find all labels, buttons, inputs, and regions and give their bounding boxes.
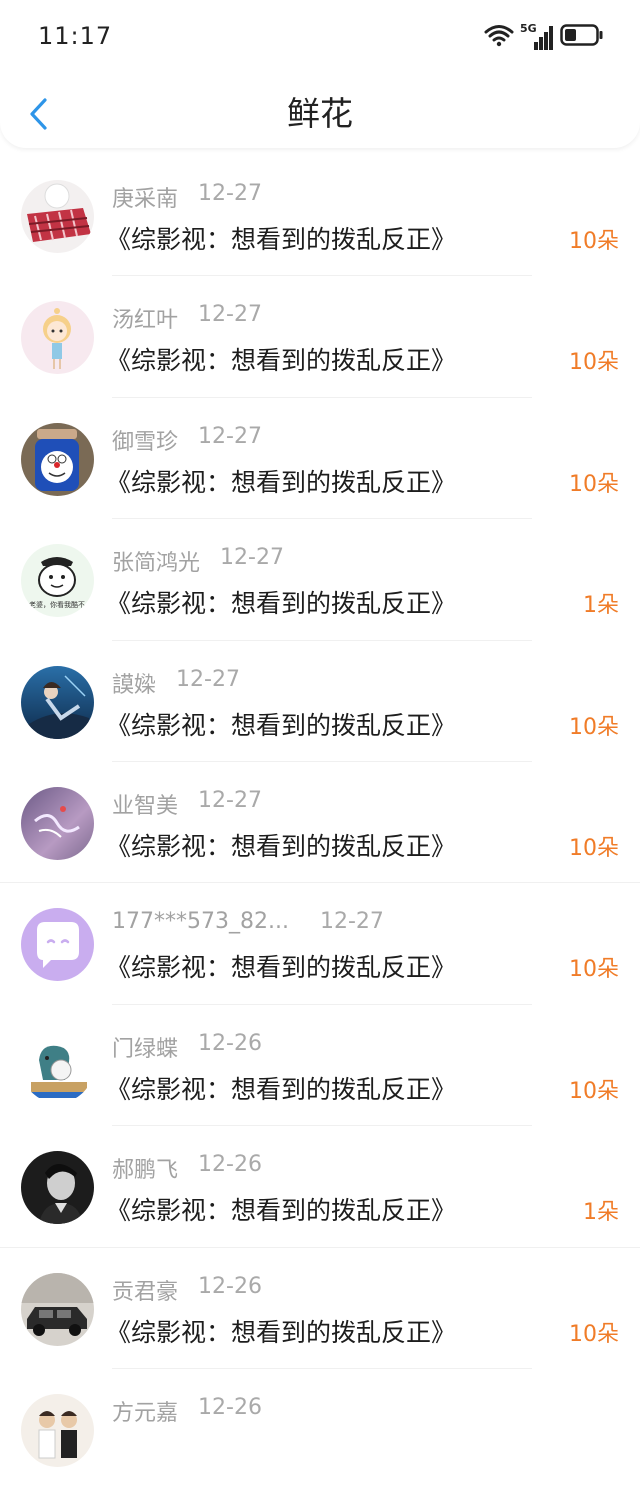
avatar[interactable]: 老婆，你看我酷不 xyxy=(21,544,94,618)
list-item[interactable]: 177***573_82... 12-27 《综影视：想看到的拨乱反正》 10朵 xyxy=(0,883,640,1005)
user-name: 方元嘉 xyxy=(112,1400,179,1426)
name-line: 謨媣 12-27 xyxy=(112,667,240,699)
flower-list: 庚采南 12-27 《综影视：想看到的拨乱反正》 10朵 汤红叶 12-27 《… xyxy=(0,155,640,1490)
date: 12-27 xyxy=(198,787,262,813)
top-bar: 11:17 5G 鲜花 xyxy=(0,0,640,148)
name-line: 汤红叶 12-27 xyxy=(112,302,262,334)
book-title[interactable]: 《综影视：想看到的拨乱反正》 xyxy=(106,463,456,499)
status-time: 11:17 xyxy=(38,22,113,50)
list-item[interactable]: 郝鹏飞 12-26 《综影视：想看到的拨乱反正》 1朵 xyxy=(0,1126,640,1248)
date: 12-26 xyxy=(198,1030,262,1056)
flower-count: 1朵 xyxy=(583,1200,619,1226)
status-icons: 5G xyxy=(484,22,604,52)
avatar[interactable] xyxy=(21,908,94,982)
avatar[interactable] xyxy=(21,1393,94,1467)
book-title[interactable]: 《综影视：想看到的拨乱反正》 xyxy=(106,948,456,984)
list-item[interactable]: 老婆，你看我酷不 张简鸿光 12-27 《综影视：想看到的拨乱反正》 1朵 xyxy=(0,519,640,641)
book-title[interactable]: 《综影视：想看到的拨乱反正》 xyxy=(106,341,456,377)
list-item[interactable]: 方元嘉 12-26 xyxy=(0,1369,640,1490)
list-item[interactable]: 御雪珍 12-27 《综影视：想看到的拨乱反正》 10朵 xyxy=(0,398,640,520)
avatar[interactable] xyxy=(21,180,94,253)
date: 12-26 xyxy=(198,1273,262,1299)
date: 12-27 xyxy=(198,423,262,449)
battery-icon xyxy=(560,23,604,51)
list-item[interactable]: 謨媣 12-27 《综影视：想看到的拨乱反正》 10朵 xyxy=(0,641,640,762)
date: 12-27 xyxy=(176,666,240,692)
avatar[interactable] xyxy=(21,422,94,496)
book-title[interactable]: 《综影视：想看到的拨乱反正》 xyxy=(106,1070,456,1106)
user-name: 业智美 xyxy=(112,793,179,819)
flower-count: 10朵 xyxy=(569,1321,619,1347)
flower-count: 10朵 xyxy=(569,350,619,376)
name-line: 方元嘉 12-26 xyxy=(112,1395,262,1427)
book-title[interactable]: 《综影视：想看到的拨乱反正》 xyxy=(106,1313,456,1349)
name-line: 郝鹏飞 12-26 xyxy=(112,1152,262,1184)
book-title[interactable]: 《综影视：想看到的拨乱反正》 xyxy=(106,827,456,863)
date: 12-27 xyxy=(198,302,262,328)
user-name: 謨媣 xyxy=(112,672,157,698)
avatar[interactable] xyxy=(21,665,94,739)
name-line: 张简鸿光 12-27 xyxy=(112,545,284,577)
user-name: 郝鹏飞 xyxy=(112,1158,179,1184)
name-line: 177***573_82... 12-27 xyxy=(112,909,384,934)
user-name: 177***573_82... xyxy=(112,909,289,935)
page-title: 鲜花 xyxy=(287,94,353,133)
name-line: 庚采南 12-27 xyxy=(112,181,262,213)
date: 12-26 xyxy=(198,1394,262,1420)
date: 12-27 xyxy=(198,181,262,206)
book-title[interactable]: 《综影视：想看到的拨乱反正》 xyxy=(106,220,456,256)
list-item[interactable]: 门绿蝶 12-26 《综影视：想看到的拨乱反正》 10朵 xyxy=(0,1005,640,1127)
flower-count: 10朵 xyxy=(569,229,619,254)
cellular-signal-icon: 5G xyxy=(520,22,554,50)
avatar[interactable] xyxy=(21,786,94,860)
book-title[interactable]: 《综影视：想看到的拨乱反正》 xyxy=(106,584,456,620)
user-name: 张简鸿光 xyxy=(112,551,201,577)
book-title[interactable]: 《综影视：想看到的拨乱反正》 xyxy=(106,706,456,742)
flower-count: 10朵 xyxy=(569,957,619,983)
avatar-caption: 老婆，你看我酷不 xyxy=(29,600,85,609)
flower-count: 1朵 xyxy=(583,593,619,619)
user-name: 庚采南 xyxy=(112,187,179,212)
date: 12-26 xyxy=(198,1152,262,1178)
wifi-icon xyxy=(484,23,514,51)
avatar[interactable] xyxy=(21,1029,94,1103)
list-item[interactable]: 汤红叶 12-27 《综影视：想看到的拨乱反正》 10朵 xyxy=(0,276,640,398)
list-item[interactable]: 业智美 12-27 《综影视：想看到的拨乱反正》 10朵 xyxy=(0,762,640,884)
avatar[interactable] xyxy=(21,1151,94,1225)
avatar[interactable] xyxy=(21,1272,94,1346)
flower-count: 10朵 xyxy=(569,471,619,497)
user-name: 贡君豪 xyxy=(112,1279,179,1305)
user-name: 汤红叶 xyxy=(112,308,179,334)
avatar[interactable] xyxy=(21,301,94,375)
name-line: 门绿蝶 12-26 xyxy=(112,1031,262,1063)
user-name: 御雪珍 xyxy=(112,429,179,455)
name-line: 御雪珍 12-27 xyxy=(112,424,262,456)
name-line: 业智美 12-27 xyxy=(112,788,262,820)
date: 12-27 xyxy=(220,545,284,571)
flower-count: 10朵 xyxy=(569,1078,619,1104)
name-line: 贡君豪 12-26 xyxy=(112,1274,262,1306)
list-item[interactable]: 庚采南 12-27 《综影视：想看到的拨乱反正》 10朵 xyxy=(0,155,640,277)
book-title[interactable]: 《综影视：想看到的拨乱反正》 xyxy=(106,1191,456,1227)
date: 12-27 xyxy=(320,909,384,935)
flower-count: 10朵 xyxy=(569,714,619,740)
list-item[interactable]: 贡君豪 12-26 《综影视：想看到的拨乱反正》 10朵 xyxy=(0,1248,640,1369)
flower-count: 10朵 xyxy=(569,835,619,861)
user-name: 门绿蝶 xyxy=(112,1036,179,1062)
